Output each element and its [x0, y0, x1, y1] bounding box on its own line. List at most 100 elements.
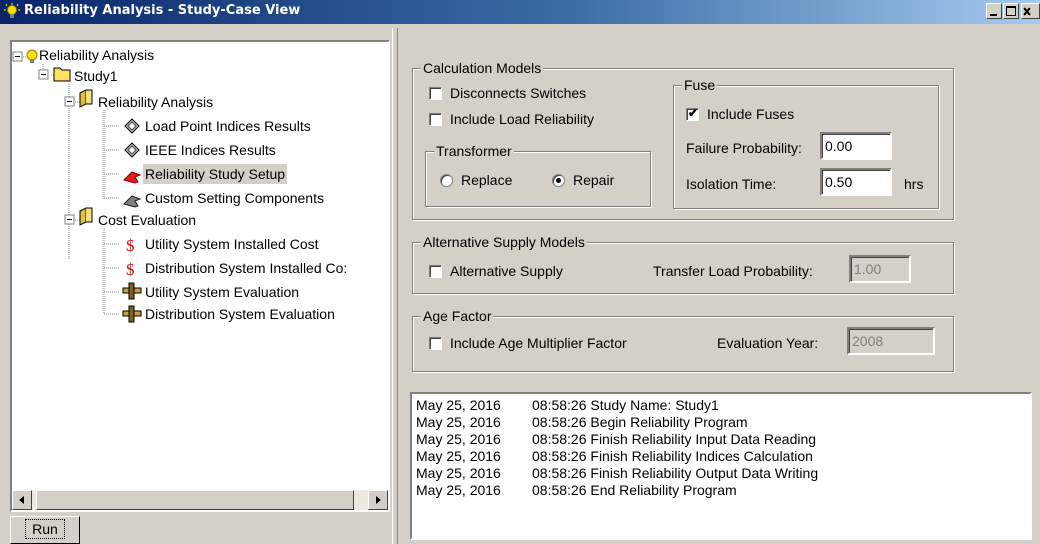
collapse-icon[interactable]: [64, 214, 75, 225]
disconnects-switches-checkbox[interactable]: Disconnects Switches: [429, 83, 586, 103]
book-icon: [79, 89, 93, 108]
tree-item-label: Utility System Evaluation: [145, 284, 300, 300]
tree-item-custom-setting[interactable]: Custom Setting Components: [143, 188, 326, 208]
tree-item-study-setup[interactable]: Reliability Study Setup: [143, 164, 288, 184]
alternative-supply-title: Alternative Supply Models: [421, 234, 587, 250]
panel-splitter[interactable]: [392, 28, 398, 544]
failure-probability-input[interactable]: [820, 132, 892, 160]
tree-cost-folder-label: Cost Evaluation: [98, 212, 197, 228]
repair-label: Repair: [573, 172, 615, 188]
checkbox-box[interactable]: [429, 87, 442, 100]
tree-item-utility-cost[interactable]: Utility System Installed Cost: [143, 234, 321, 254]
transfer-load-probability-input[interactable]: [849, 255, 911, 283]
tree-horizontal-scrollbar[interactable]: [12, 490, 388, 510]
disconnects-switches-label: Disconnects Switches: [450, 85, 587, 101]
log-row: May 25, 2016 08:58:26 Finish Reliability …: [416, 431, 1026, 448]
log-row: May 25, 2016 08:58:26 Study Name: Study1: [416, 397, 1026, 414]
include-age-multiplier-checkbox[interactable]: Include Age Multiplier Factor: [429, 333, 627, 353]
tree-item-load-point[interactable]: Load Point Indices Results: [143, 116, 313, 136]
evaluation-year-input[interactable]: [847, 327, 935, 355]
radio-circle[interactable]: [440, 174, 453, 187]
maximize-button[interactable]: [1003, 3, 1019, 19]
tree-reliability-folder-label: Reliability Analysis: [98, 94, 214, 110]
checkbox-box[interactable]: [429, 265, 442, 278]
age-factor-title: Age Factor: [421, 308, 494, 324]
replace-label: Replace: [461, 172, 513, 188]
tree-item-distribution-cost[interactable]: Distribution System Installed Co:: [143, 258, 349, 278]
transformer-group: Transformer Replace Repair: [425, 143, 651, 207]
tree-item-label: Utility System Installed Cost: [145, 236, 319, 252]
study-tree[interactable]: $ $ Reliability Analysis Study1 Reliabil…: [10, 40, 390, 512]
fuse-title: Fuse: [682, 77, 718, 93]
minimize-button[interactable]: [986, 3, 1002, 19]
age-factor-group: Age Factor Include Age Multiplier Factor…: [412, 308, 954, 372]
scroll-left-button[interactable]: [12, 490, 32, 510]
tree-root[interactable]: Reliability Analysis: [37, 45, 156, 65]
isolation-time-label: Isolation Time:: [686, 176, 777, 192]
setup-arrow-icon: [123, 171, 142, 184]
calculation-models-group: Calculation Models Disconnects Switches …: [412, 60, 954, 220]
alternative-supply-group: Alternative Supply Models Alternative Su…: [412, 234, 954, 294]
tree-item-label: Custom Setting Components: [145, 190, 324, 206]
calculation-models-title: Calculation Models: [421, 60, 544, 76]
ruler-icon: [122, 305, 142, 323]
tree-reliability-folder[interactable]: Reliability Analysis: [96, 92, 215, 112]
fuse-group: Fuse ✔ Include Fuses Failure Probability:…: [673, 77, 939, 209]
ruler-icon: [122, 282, 142, 300]
log-message: 08:58:26 Begin Reliability Program: [532, 414, 748, 430]
run-button[interactable]: Run: [10, 516, 80, 544]
setup-arrow-icon: [123, 195, 142, 208]
tree-item-label: Reliability Study Setup: [143, 164, 288, 184]
scroll-thumb[interactable]: [36, 490, 354, 510]
log-row: May 25, 2016 08:58:26 Begin Reliability P…: [416, 414, 1026, 431]
log-message: 08:58:26 End Reliability Program: [532, 482, 737, 498]
include-fuses-checkbox[interactable]: ✔ Include Fuses: [686, 104, 794, 124]
scroll-right-button[interactable]: [368, 490, 388, 510]
tree-item-label: Distribution System Evaluation: [145, 306, 335, 322]
tree-cost-folder[interactable]: Cost Evaluation: [96, 210, 198, 230]
tree-item-ieee[interactable]: IEEE Indices Results: [143, 140, 278, 160]
log-message: 08:58:26 Finish Reliability Indices Calc…: [532, 448, 813, 464]
radio-circle[interactable]: [552, 174, 565, 187]
alternative-supply-checkbox[interactable]: Alternative Supply: [429, 261, 563, 281]
collapse-icon[interactable]: [12, 51, 23, 62]
close-button[interactable]: [1021, 3, 1040, 19]
transformer-title: Transformer: [434, 143, 514, 159]
log-message: 08:58:26 Study Name: Study1: [532, 397, 719, 413]
checkbox-box[interactable]: [429, 113, 442, 126]
folder-icon: [53, 67, 71, 82]
include-age-multiplier-label: Include Age Multiplier Factor: [450, 335, 627, 351]
log-date: May 25, 2016: [416, 397, 501, 413]
collapse-icon[interactable]: [38, 69, 49, 80]
collapse-icon[interactable]: [64, 96, 75, 107]
include-load-reliability-label: Include Load Reliability: [450, 111, 594, 127]
log-date: May 25, 2016: [416, 448, 501, 464]
isolation-time-unit: hrs: [904, 176, 924, 192]
repair-radio[interactable]: Repair: [552, 170, 614, 190]
book-icon: [79, 207, 93, 226]
diamond-results-icon: [124, 118, 140, 134]
output-log[interactable]: May 25, 2016 08:58:26 Study Name: Study1 …: [410, 392, 1032, 540]
include-fuses-label: Include Fuses: [707, 106, 795, 122]
diamond-results-icon: [124, 142, 140, 158]
lightbulb-icon: [26, 49, 38, 63]
tree-item-label: IEEE Indices Results: [145, 142, 276, 158]
dollar-icon: $: [126, 260, 135, 279]
checkbox-box[interactable]: [429, 337, 442, 350]
log-date: May 25, 2016: [416, 482, 501, 498]
isolation-time-input[interactable]: [820, 168, 892, 196]
dollar-icon: $: [126, 236, 135, 255]
title-bar: Reliability Analysis - Study-Case View: [0, 0, 1040, 24]
tree-study[interactable]: Study1: [72, 66, 120, 86]
log-message: 08:58:26 Finish Reliability Output Data …: [532, 465, 819, 481]
window-title: Reliability Analysis - Study-Case View: [24, 3, 301, 18]
tree-item-distribution-eval[interactable]: Distribution System Evaluation: [143, 304, 337, 324]
replace-radio[interactable]: Replace: [440, 170, 512, 190]
failure-probability-label: Failure Probability:: [686, 140, 802, 156]
include-load-reliability-checkbox[interactable]: Include Load Reliability: [429, 109, 594, 129]
tree-item-utility-eval[interactable]: Utility System Evaluation: [143, 282, 301, 302]
transfer-load-probability-label: Transfer Load Probability:: [653, 263, 813, 279]
arrow-left-icon: [19, 496, 24, 504]
checkbox-box[interactable]: ✔: [686, 106, 699, 121]
log-date: May 25, 2016: [416, 465, 501, 481]
